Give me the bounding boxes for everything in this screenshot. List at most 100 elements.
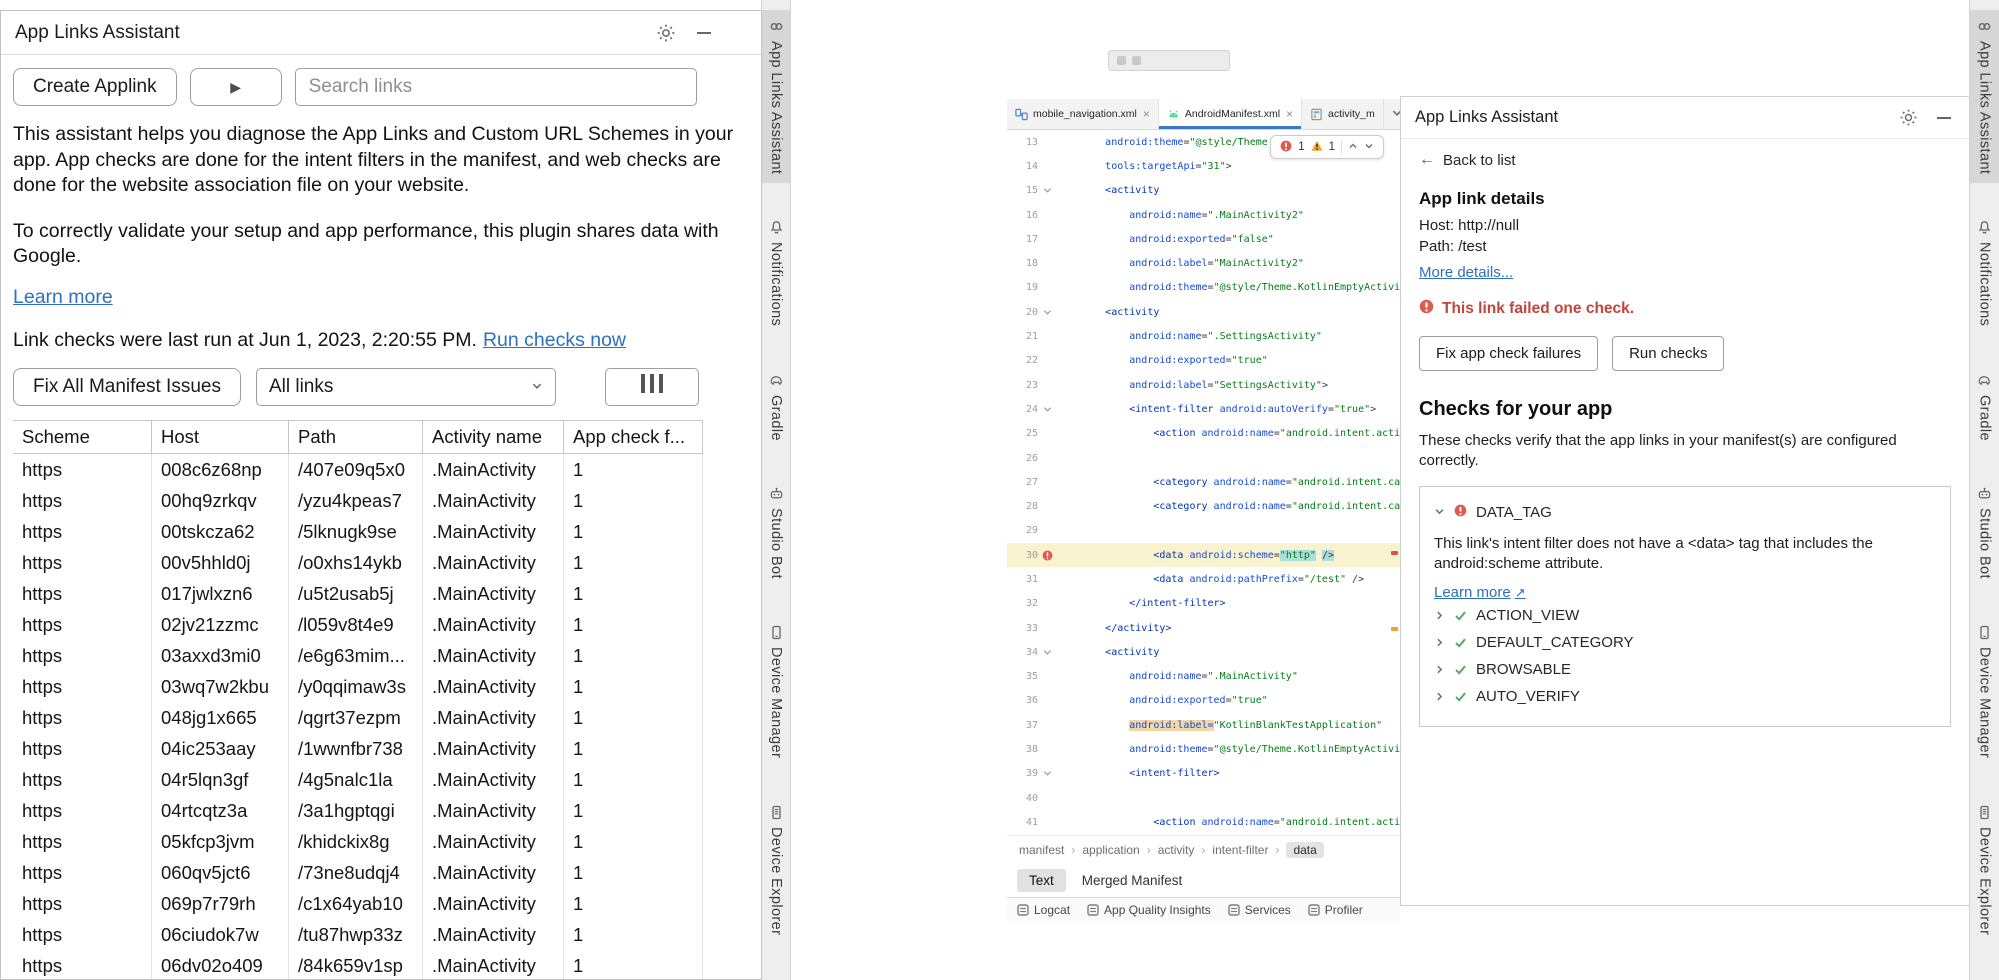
back-to-list-link[interactable]: ← Back to list [1419, 151, 1516, 169]
search-links-input[interactable] [295, 68, 697, 106]
tab-list-chevron-icon[interactable] [1391, 107, 1400, 122]
fold-icon[interactable] [1041, 403, 1054, 416]
inspections-widget[interactable]: 1 1 [1270, 135, 1384, 159]
column-header-activity-name[interactable]: Activity name [423, 421, 564, 453]
editor-tab-mobile-navigation-xml[interactable]: mobile_navigation.xml × [1007, 99, 1159, 129]
code-text: <activity [1057, 307, 1159, 318]
table-cell: .MainActivity [423, 485, 564, 516]
minimize-icon[interactable] [693, 22, 715, 44]
tool-bar-item-app-quality-insights[interactable]: App Quality Insights [1087, 903, 1211, 917]
table-row[interactable]: https017jwlxzn6/u5t2usab5j.MainActivity1 [13, 578, 703, 609]
editor-tab-activity-m[interactable]: activity_m [1302, 99, 1384, 129]
minimize-icon[interactable] [1933, 107, 1955, 129]
breadcrumb-item-application[interactable]: application [1082, 843, 1139, 857]
gear-icon[interactable] [1897, 107, 1919, 129]
fold-icon[interactable] [1041, 306, 1054, 319]
editor-tab-androidmanifest-xml[interactable]: AndroidManifest.xml× [1159, 99, 1302, 129]
breadcrumb-item-intent-filter[interactable]: intent-filter [1212, 843, 1268, 857]
bottom-tab-text[interactable]: Text [1017, 869, 1066, 892]
tool-stripe-item-device-manager[interactable]: Device Manager [762, 616, 790, 767]
breadcrumb-item-data[interactable]: data [1286, 842, 1323, 858]
table-row[interactable]: https06dv02o409/84k659v1sp.MainActivity1 [13, 950, 703, 980]
bottom-tab-merged-manifest[interactable]: Merged Manifest [1070, 869, 1195, 892]
breadcrumb-item-manifest[interactable]: manifest [1019, 843, 1064, 857]
error-count: 1 [1298, 141, 1304, 153]
line-number: 15 [1026, 185, 1038, 196]
run-checks-button[interactable]: Run checks [1612, 336, 1724, 371]
back-arrow-icon: ← [1419, 151, 1435, 169]
tool-stripe-item-device-explorer[interactable]: Device Explorer [1970, 796, 1999, 944]
tool-bar-item-services[interactable]: Services [1228, 903, 1291, 917]
table-row[interactable]: https04ic253aay/1wwnfbr738.MainActivity1 [13, 733, 703, 764]
check-row-action-view[interactable]: ACTION_VIEW [1434, 602, 1936, 629]
check-row-auto-verify[interactable]: AUTO_VERIFY [1434, 683, 1936, 710]
tool-stripe-item-studio-bot[interactable]: Studio Bot [1970, 477, 1999, 588]
gutter: 13 [1007, 130, 1057, 154]
column-header-host[interactable]: Host [152, 421, 289, 453]
tool-bar-item-logcat[interactable]: Logcat [1017, 903, 1070, 917]
table-row[interactable]: https00hq9zrkqv/yzu4kpeas7.MainActivity1 [13, 485, 703, 516]
table-row[interactable]: https04rtcqtz3a/3a1hgptqgi.MainActivity1 [13, 795, 703, 826]
tool-stripe-item-gradle[interactable]: Gradle [762, 364, 790, 450]
links-filter-dropdown[interactable]: All links [256, 368, 556, 406]
breadcrumb-separator: › [1147, 843, 1151, 857]
table-row[interactable]: https05kfcp3jvm/khidckix8g.MainActivity1 [13, 826, 703, 857]
breadcrumb-item-activity[interactable]: activity [1158, 843, 1195, 857]
tool-stripe-item-studio-bot[interactable]: Studio Bot [762, 477, 790, 588]
error-icon [1419, 299, 1434, 319]
table-row[interactable]: https03wq7w2kbu/y0qqimaw3s.MainActivity1 [13, 671, 703, 702]
tool-stripe-item-device-explorer[interactable]: Device Explorer [762, 796, 790, 944]
fold-icon[interactable] [1041, 646, 1054, 659]
tool-stripe-item-app-links-assistant[interactable]: App Links Assistant [1970, 10, 1999, 183]
column-header-app-check-f[interactable]: App check f... [564, 421, 703, 453]
tool-stripe-item-gradle[interactable]: Gradle [1970, 364, 1999, 450]
table-row[interactable]: https04r5lqn3gf/4g5nalc1la.MainActivity1 [13, 764, 703, 795]
tool-stripe-item-device-manager[interactable]: Device Manager [1970, 616, 1999, 767]
columns-filter-button[interactable] [605, 368, 699, 406]
gutter: 32 [1007, 592, 1057, 616]
prev-issue-arrow-icon[interactable] [1348, 141, 1358, 154]
learn-more-link[interactable]: Learn more ↗ [1434, 584, 1526, 601]
tool-stripe-item-notifications[interactable]: Notifications [1970, 211, 1999, 335]
more-details-link[interactable]: More details... [1419, 264, 1513, 281]
create-applink-button[interactable]: Create Applink [13, 68, 177, 106]
table-row[interactable]: https069p7r79rh/c1x64yab10.MainActivity1 [13, 888, 703, 919]
table-row[interactable]: https06ciudok7w/tu87hwp33z.MainActivity1 [13, 919, 703, 950]
check-row-browsable[interactable]: BROWSABLE [1434, 656, 1936, 683]
gear-icon[interactable] [655, 22, 677, 44]
table-row[interactable]: https060qv5jct6/73ne8udqj4.MainActivity1 [13, 857, 703, 888]
run-button[interactable]: ▶ [190, 68, 282, 106]
fix-app-check-failures-button[interactable]: Fix app check failures [1419, 336, 1598, 371]
table-row[interactable]: https008c6z68np/407e09q5x0.MainActivity1 [13, 454, 703, 485]
breadcrumb-separator: › [1071, 843, 1075, 857]
column-header-path[interactable]: Path [289, 421, 423, 453]
close-icon[interactable]: × [1286, 107, 1293, 121]
tool-stripe-item-notifications[interactable]: Notifications [762, 211, 790, 335]
error-stripe-mark[interactable] [1391, 551, 1398, 555]
table-cell: https [13, 826, 152, 857]
stripe-label: Notifications [1977, 242, 1993, 326]
gutter: 39 [1007, 762, 1057, 786]
table-row[interactable]: https03axxd3mi0/e6g63mim....MainActivity… [13, 640, 703, 671]
gutter: 17 [1007, 227, 1057, 251]
learn-more-link[interactable]: Learn more [13, 286, 113, 309]
fold-icon[interactable] [1041, 767, 1054, 780]
check-row-data-tag[interactable]: DATA_TAG [1434, 499, 1936, 526]
table-row[interactable]: https02jv21zzmc/l059v8t4e9.MainActivity1 [13, 609, 703, 640]
tool-bar-item-profiler[interactable]: Profiler [1308, 903, 1363, 917]
next-issue-arrow-icon[interactable] [1364, 141, 1374, 154]
line-number: 20 [1026, 307, 1038, 318]
column-header-scheme[interactable]: Scheme [13, 421, 152, 453]
table-row[interactable]: https00tskcza62/5lknugk9se.MainActivity1 [13, 516, 703, 547]
close-icon[interactable]: × [1143, 107, 1150, 121]
tool-stripe-item-app-links-assistant[interactable]: App Links Assistant [762, 10, 790, 183]
check-row-default-category[interactable]: DEFAULT_CATEGORY [1434, 629, 1936, 656]
warning-stripe-mark[interactable] [1391, 627, 1398, 631]
run-checks-now-link[interactable]: Run checks now [483, 329, 626, 351]
fix-all-manifest-issues-button[interactable]: Fix All Manifest Issues [13, 368, 241, 406]
table-row[interactable]: https048jg1x665/qgrt37ezpm.MainActivity1 [13, 702, 703, 733]
tab-label: mobile_navigation.xml [1033, 108, 1137, 120]
code-editor[interactable]: 1 1 13 android:theme="@style/Theme.Kotli… [1007, 130, 1400, 835]
table-row[interactable]: https00v5hhld0j/o0xhs14ykb.MainActivity1 [13, 547, 703, 578]
fold-icon[interactable] [1041, 184, 1054, 197]
